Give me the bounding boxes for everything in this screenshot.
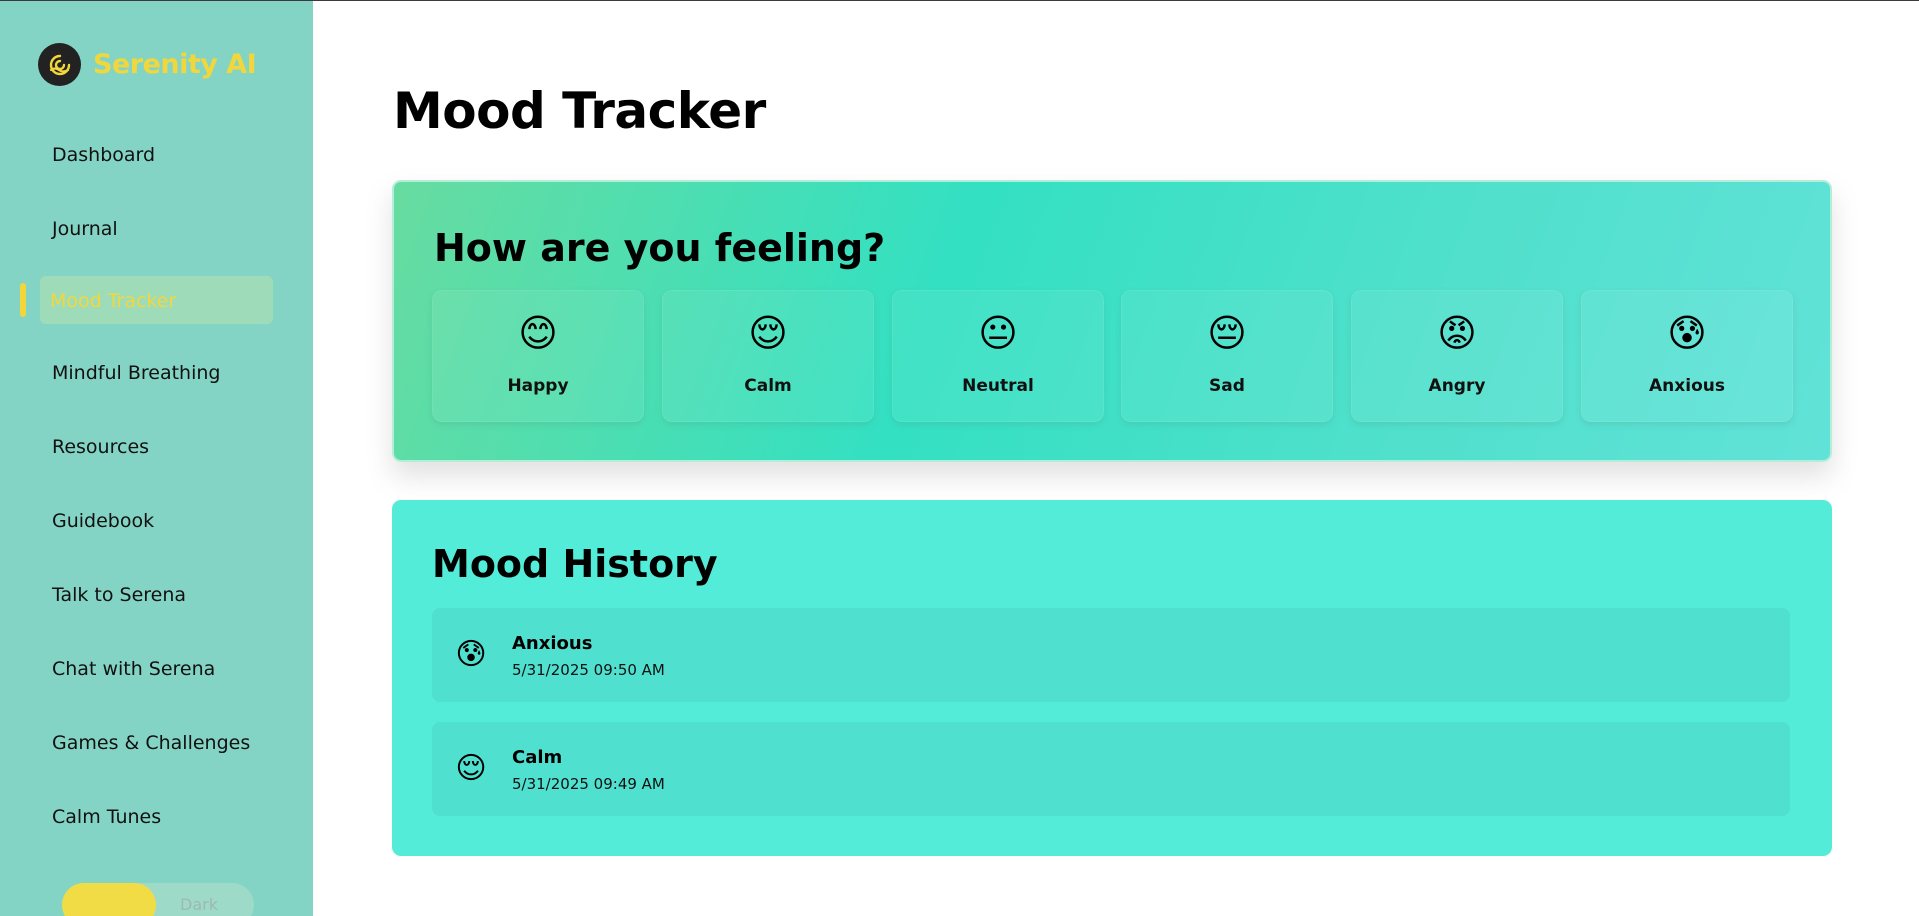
angry-face-icon: 😡 bbox=[1437, 311, 1477, 355]
history-entry-mood: Anxious bbox=[512, 633, 593, 654]
sidebar-item-journal[interactable]: Journal bbox=[52, 218, 118, 240]
history-entry: 😌 Calm 5/31/2025 09:49 AM bbox=[432, 722, 1790, 816]
happy-face-icon: 😊 bbox=[518, 311, 558, 355]
calm-face-icon: 😌 bbox=[455, 751, 487, 786]
mood-button-calm[interactable]: 😌 Calm bbox=[662, 290, 874, 422]
history-entry: 😰 Anxious 5/31/2025 09:50 AM bbox=[432, 608, 1790, 702]
sidebar: Serenity AI Dashboard Journal Mood Track… bbox=[0, 1, 313, 916]
mood-label: Angry bbox=[1428, 376, 1486, 396]
calm-face-icon: 😌 bbox=[748, 311, 788, 355]
mood-button-anxious[interactable]: 😰 Anxious bbox=[1581, 290, 1793, 422]
mood-label: Neutral bbox=[962, 376, 1034, 396]
sidebar-item-chat-with-serena[interactable]: Chat with Serena bbox=[52, 658, 215, 680]
sad-face-icon: 😔 bbox=[1207, 311, 1247, 355]
sidebar-item-mood-tracker[interactable]: Mood Tracker bbox=[50, 290, 176, 312]
sidebar-item-games-challenges[interactable]: Games & Challenges bbox=[52, 732, 250, 754]
mood-button-angry[interactable]: 😡 Angry bbox=[1351, 290, 1563, 422]
history-entry-mood: Calm bbox=[512, 747, 563, 768]
mood-history-card: Mood History 😰 Anxious 5/31/2025 09:50 A… bbox=[392, 500, 1832, 856]
neutral-face-icon: 😐 bbox=[978, 311, 1018, 355]
sidebar-item-talk-to-serena[interactable]: Talk to Serena bbox=[52, 584, 186, 606]
mood-button-sad[interactable]: 😔 Sad bbox=[1121, 290, 1333, 422]
mood-button-neutral[interactable]: 😐 Neutral bbox=[892, 290, 1104, 422]
anxious-face-icon: 😰 bbox=[1667, 311, 1707, 355]
mood-label: Happy bbox=[507, 376, 569, 396]
sidebar-item-dashboard[interactable]: Dashboard bbox=[52, 144, 155, 166]
sidebar-item-resources[interactable]: Resources bbox=[52, 436, 149, 458]
history-entry-timestamp: 5/31/2025 09:50 AM bbox=[512, 661, 665, 679]
brand[interactable]: Serenity AI bbox=[38, 43, 257, 86]
theme-dark-option[interactable]: Dark bbox=[180, 895, 218, 914]
mood-picker-title: How are you feeling? bbox=[434, 226, 886, 270]
mood-label: Sad bbox=[1209, 376, 1245, 396]
mood-label: Calm bbox=[744, 376, 792, 396]
sidebar-item-calm-tunes[interactable]: Calm Tunes bbox=[52, 806, 161, 828]
wave-logo-icon bbox=[38, 43, 81, 86]
sidebar-item-guidebook[interactable]: Guidebook bbox=[52, 510, 154, 532]
mood-history-title: Mood History bbox=[432, 542, 718, 586]
history-entry-timestamp: 5/31/2025 09:49 AM bbox=[512, 775, 665, 793]
mood-picker-card: How are you feeling? 😊 Happy 😌 Calm 😐 Ne… bbox=[392, 180, 1832, 462]
mood-label: Anxious bbox=[1649, 376, 1725, 396]
brand-name: Serenity AI bbox=[93, 49, 257, 80]
page-title: Mood Tracker bbox=[393, 82, 766, 140]
theme-light-option[interactable] bbox=[62, 883, 156, 916]
theme-toggle[interactable]: Dark bbox=[62, 883, 254, 916]
sidebar-item-mindful-breathing[interactable]: Mindful Breathing bbox=[52, 362, 220, 384]
anxious-face-icon: 😰 bbox=[455, 637, 487, 672]
active-item-indicator bbox=[20, 283, 26, 317]
mood-button-happy[interactable]: 😊 Happy bbox=[432, 290, 644, 422]
